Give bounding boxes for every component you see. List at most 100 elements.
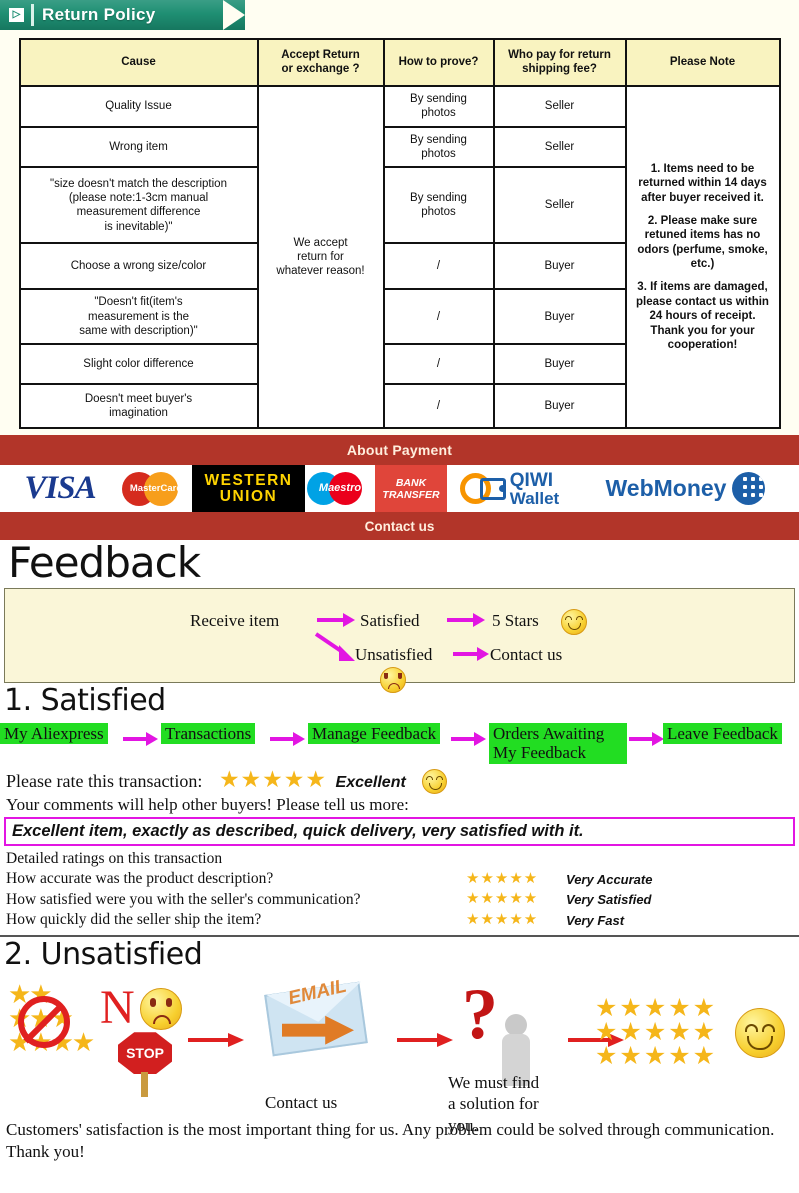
step-manage-feedback[interactable]: Manage Feedback (308, 722, 441, 745)
cell-please-note: 1. Items need to be returned within 14 d… (624, 84, 781, 430)
unsatisfied-title: 2. Unsatisfied (4, 936, 203, 972)
detail-stars[interactable]: ★★★★★ (466, 911, 566, 931)
arrow-step-3-4 (450, 731, 488, 747)
cell-how-to-prove: / (382, 242, 495, 291)
cell-cause: Wrong item (18, 125, 259, 169)
detail-question: How quickly did the seller ship the item… (6, 911, 262, 929)
happy-mouth (568, 623, 581, 631)
cell-who-pays: Seller (492, 166, 627, 245)
qiwi-dot (498, 484, 506, 492)
payment-logos-strip: VISA MasterCard WESTERN UNION Maestro BA… (0, 465, 799, 513)
contact-us-caption: Contact us (265, 1093, 338, 1113)
contact-us-title: Contact us (364, 518, 435, 534)
unsatisfied-section: 2. Unsatisfied ★★ ★★★ ★★★★ N STOP EMAIL … (0, 934, 799, 1164)
footer-note: Customers' satisfaction is the most impo… (6, 1120, 775, 1162)
detail-value: Very Accurate (566, 871, 653, 887)
cell-who-pays: Seller (492, 125, 627, 169)
solution-caption: We must find a solution for you. (448, 1073, 540, 1135)
detail-question: How accurate was the product description… (6, 870, 274, 888)
western-union-line2: UNION (219, 487, 278, 505)
maestro-logo: Maestro (305, 465, 375, 513)
return-policy-table: Cause Accept Return or exchange ? How to… (18, 38, 781, 430)
bank-transfer-logo: BANK TRANSFER (375, 465, 447, 513)
feedback-section: Feedback Receive item Satisfied 5 Stars … (0, 540, 799, 694)
sad-eye-left (150, 998, 156, 1008)
happy-eye-left (565, 616, 572, 621)
table-header-row: Cause Accept Return or exchange ? How to… (18, 38, 781, 87)
mastercard-mark: MasterCard (122, 470, 190, 508)
feedback-flow-diagram: Receive item Satisfied 5 Stars Unsatisfi… (4, 588, 795, 694)
rate-transaction-label: Please rate this transaction: (6, 770, 203, 791)
webmoney-mark-icon (732, 472, 766, 506)
stars-grid-icon: ★★★★★ ★★★★★ ★★★★★ (595, 994, 718, 1071)
cell-cause: Slight color difference (18, 343, 259, 386)
cell-cause: Choose a wrong size/color (18, 242, 259, 291)
satisfied-steps-flow: My Aliexpress Transactions Manage Feedba… (0, 719, 799, 764)
col-header-cause: Cause (18, 38, 259, 87)
detail-rating-row: How accurate was the product description… (6, 869, 799, 889)
step-my-aliexpress[interactable]: My Aliexpress (0, 722, 108, 745)
visa-logo: VISA (0, 465, 120, 513)
cell-who-pays: Buyer (492, 288, 627, 346)
about-payment-band: About Payment (0, 435, 799, 466)
unsatisfied-graphic-row: ★★ ★★★ ★★★★ N STOP EMAIL Contact us ? We… (0, 974, 799, 1135)
flow-satisfied: Satisfied (360, 611, 420, 631)
col-header-please-note: Please Note (624, 38, 781, 87)
cell-who-pays: Buyer (492, 343, 627, 386)
step-orders-awaiting[interactable]: Orders Awaiting My Feedback (489, 722, 627, 764)
col-header-accept: Accept Return or exchange ? (256, 38, 385, 87)
sad-face-icon (140, 988, 182, 1031)
no-letter-icon: N (100, 981, 135, 1035)
cell-how-to-prove: By sending photos (382, 84, 495, 128)
arrow-step-4-5 (628, 731, 666, 747)
cell-how-to-prove: By sending photos (382, 166, 495, 245)
qiwi-line2: Wallet (509, 488, 560, 508)
sad-eye-right (166, 998, 172, 1008)
about-payment-title: About Payment (346, 442, 453, 459)
step-leave-feedback[interactable]: Leave Feedback (663, 722, 782, 745)
detail-value: Very Satisfied (566, 892, 652, 908)
flow-five-stars: 5 Stars (492, 611, 539, 631)
comment-textbox[interactable]: Excellent item, exactly as described, qu… (4, 816, 795, 846)
step-transactions[interactable]: Transactions (161, 722, 256, 745)
happy-face-icon (735, 1008, 785, 1059)
col-header-who-pays: Who pay for return shipping fee? (492, 38, 627, 87)
table-row: Quality Issue We accept return for whate… (18, 84, 781, 430)
qiwi-wallet-logo: QIWI Wallet (447, 465, 572, 513)
webmoney-logo: WebMoney (572, 465, 799, 513)
rating-word: Excellent (335, 773, 406, 791)
arrow-to-solution (395, 1030, 455, 1050)
detail-question: How satisfied were you with the seller's… (6, 890, 361, 908)
note-item-2: 2. Please make sure retuned items has no… (637, 214, 768, 271)
cell-how-to-prove: / (382, 288, 495, 346)
arrow-satisfied-to-stars (445, 611, 487, 629)
sad-eye-right (398, 673, 402, 680)
flow-contact-us: Contact us (490, 645, 563, 665)
sad-mouth (388, 683, 400, 690)
qiwi-mark-icon (459, 472, 508, 506)
comments-prompt: Your comments will help other buyers! Pl… (6, 794, 409, 814)
return-policy-header: ▷ Return Policy (0, 0, 799, 30)
western-union-logo: WESTERN UNION (192, 465, 305, 513)
contact-us-band: Contact us (0, 512, 799, 541)
maestro-label: Maestro (318, 481, 362, 494)
ribbon-banner: ▷ Return Policy (0, 0, 245, 30)
cell-who-pays: Buyer (492, 242, 627, 291)
note-item-1: 1. Items need to be returned within 14 d… (638, 162, 767, 204)
western-union-line1: WESTERN (204, 471, 293, 489)
ribbon-divider (31, 4, 34, 26)
flow-unsatisfied: Unsatisfied (355, 645, 433, 665)
happy-eye-left (745, 1024, 758, 1033)
stop-sign-post (141, 1072, 148, 1098)
detail-stars[interactable]: ★★★★★ (466, 870, 566, 890)
arrow-receive-to-satisfied (315, 611, 357, 629)
detail-stars[interactable]: ★★★★★ (466, 890, 566, 910)
mastercard-label: MasterCard (129, 482, 183, 494)
happy-eye-right (576, 616, 583, 621)
happy-mouth (747, 1036, 773, 1051)
rating-stars[interactable]: ★★★★★ (219, 767, 327, 792)
happy-eye-right (762, 1024, 775, 1033)
mastercard-logo: MasterCard (120, 465, 192, 513)
person-head-icon (505, 1014, 527, 1037)
cell-how-to-prove: / (382, 383, 495, 430)
